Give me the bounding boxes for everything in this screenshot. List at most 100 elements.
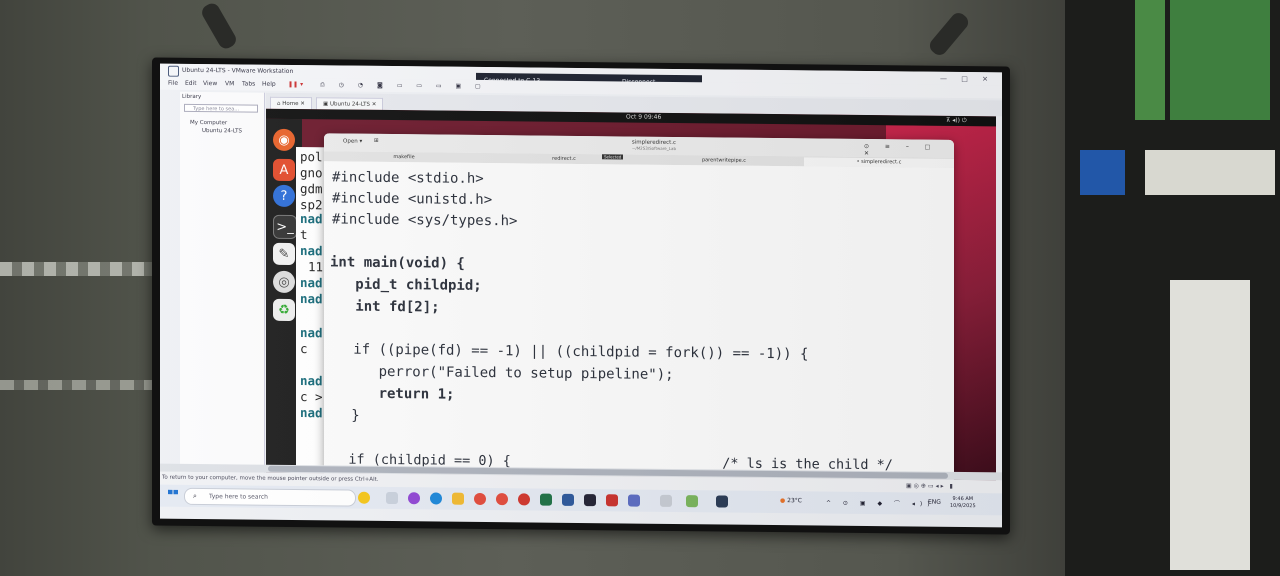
status-message: To return to your computer, move the mou… (162, 474, 379, 483)
remote-desktop-icon[interactable] (716, 495, 728, 508)
terminal-prompt: nad (300, 211, 323, 227)
terminal-line: 11 (308, 259, 324, 275)
code-line: #include <stdio.h> (332, 169, 484, 187)
search-icon: ⌕ (193, 491, 197, 500)
window-glass (1135, 0, 1165, 120)
code-line: if ((pipe(fd) == -1) || ((childpid = for… (328, 341, 809, 363)
screen: Ubuntu 24-LTS - VMware Workstation — □ ✕… (160, 63, 1002, 528)
powerpoint-icon[interactable] (518, 493, 530, 506)
window-controls[interactable]: — □ ✕ (940, 75, 994, 84)
edge-icon[interactable] (430, 492, 442, 505)
word-icon[interactable] (562, 493, 574, 506)
ubuntu-clock[interactable]: Oct 9 09:46 (626, 113, 661, 120)
ubuntu-tray-icons[interactable]: ⊼ ◂)) ⏻ (946, 117, 967, 125)
copilot-icon[interactable] (358, 491, 370, 504)
window-title: Ubuntu 24-LTS - VMware Workstation (182, 66, 294, 75)
code-line: return 1; (328, 385, 455, 403)
terminal-prompt: nad (300, 373, 323, 389)
code-line: } (326, 407, 360, 424)
monitor: Ubuntu 24-LTS - VMware Workstation — □ ✕… (152, 57, 1010, 535)
vmware-taskbar-icon[interactable] (628, 494, 640, 507)
open-label: Open (343, 138, 358, 145)
code-line: int fd[2]; (330, 298, 440, 316)
code-editor[interactable]: #include <stdio.h> #include <unistd.h> #… (324, 161, 954, 481)
windows-start-icon[interactable] (168, 490, 178, 500)
system-tray-icons[interactable]: ^ ⊙ ▣ ◆ ⌒ ◂)) (826, 498, 935, 508)
document-path: ~/M2S3/Software_Lab (632, 145, 676, 151)
device-status-icons[interactable]: ▣◎⊕▭◂▸ ▮ (906, 482, 955, 490)
clock-date: 10/9/2025 (950, 502, 976, 510)
toolbar-icons[interactable]: ⎙ ◷ ◔ ◙ ▭ ▭ ▭ ▣ ▢ (320, 81, 487, 91)
firefox-icon[interactable]: ◉ (273, 128, 295, 152)
app-center-icon[interactable]: A (273, 158, 295, 182)
file-explorer-icon[interactable] (452, 492, 464, 505)
app-icon[interactable] (584, 494, 596, 507)
terminal-line: t (300, 227, 308, 243)
menu-vm[interactable]: VM (225, 80, 234, 87)
app-icon[interactable] (686, 495, 698, 508)
library-panel: Library ⌕ Type here to sea... My Compute… (180, 91, 265, 478)
disc-icon[interactable]: ◎ (273, 270, 295, 294)
help-icon[interactable]: ? (273, 184, 295, 208)
task-view-icon[interactable] (386, 491, 398, 505)
terminal-line: c > (300, 389, 323, 405)
tree-ubuntu-vm[interactable]: Ubuntu 24-LTS (202, 128, 242, 134)
open-button[interactable]: Open ▾ (338, 137, 367, 145)
tree-my-computer[interactable]: My Computer (190, 120, 227, 126)
library-title: Library (182, 93, 202, 101)
acrobat-icon[interactable] (606, 494, 618, 507)
terminal-icon[interactable]: >_ (273, 214, 297, 240)
new-document-icon[interactable]: ⊞ (374, 138, 379, 144)
wall-stripe (0, 380, 170, 390)
code-line: pid_t childpid; (330, 276, 482, 294)
menu-file[interactable]: File (168, 80, 178, 87)
terminal-prompt: nad (300, 325, 323, 341)
text-editor-window: Open ▾ ⊞ simpleredirect.c ~/M2S3/Softwar… (324, 133, 954, 481)
library-search-input[interactable]: Type here to sea... (184, 103, 258, 113)
wall-stripe (0, 262, 170, 276)
language-indicator[interactable]: ENG (928, 499, 941, 506)
tab-label: Home (282, 100, 299, 108)
document-title: simpleredirect.c ~/M2S3/Software_Lab (594, 139, 714, 151)
terminal-prompt: nad (300, 405, 323, 421)
ubuntu-desktop: Oct 9 09:46 ⊼ ◂)) ⏻ ◉ A ? >_ ✎ ◎ ♻ pol g… (266, 108, 996, 481)
chrome-profile-icon[interactable] (496, 493, 508, 506)
terminal-line: pol (300, 149, 323, 165)
app-icon[interactable] (660, 494, 672, 507)
weather-widget[interactable]: ● 23°C (780, 497, 802, 504)
code-line: #include <sys/types.h> (332, 211, 518, 230)
menu-help[interactable]: Help (262, 81, 276, 88)
chrome-icon[interactable] (474, 492, 486, 506)
editor-window-controls[interactable]: ⊙ ≡ – □ ✕ (864, 143, 954, 158)
taskbar-search[interactable]: ⌕ Type here to search (184, 487, 356, 507)
menu-tabs[interactable]: Tabs (242, 80, 255, 87)
taskbar-search-placeholder: Type here to search (209, 493, 268, 501)
tab-label: Ubuntu 24-LTS (329, 101, 370, 108)
vmware-logo-icon (168, 65, 179, 77)
taskbar-clock[interactable]: 9:46 AM 10/9/2025 (950, 496, 976, 510)
code-line: int main(void) { (330, 254, 465, 272)
terminal-prompt: nad (300, 275, 323, 291)
excel-icon[interactable] (540, 493, 552, 506)
code-line: perror("Failed to setup pipeline"); (328, 363, 674, 383)
code-line: #include <unistd.h> (332, 190, 493, 209)
text-editor-icon[interactable]: ✎ (273, 242, 295, 266)
terminal-prompt: nad (300, 243, 323, 259)
tooltip: Selected (602, 154, 624, 160)
terminal-line: gdm (300, 181, 323, 197)
pause-icon[interactable]: ❚❚ ▾ (288, 81, 303, 88)
menu-edit[interactable]: Edit (185, 80, 197, 87)
wall-panel (1170, 280, 1250, 570)
weather-temp: 23°C (787, 497, 802, 505)
window-glass (1170, 0, 1270, 120)
menu-view[interactable]: View (203, 80, 217, 87)
weather-icon: ● (780, 497, 786, 505)
trash-icon[interactable]: ♻ (273, 298, 295, 322)
copilot-app-icon[interactable] (408, 492, 420, 505)
terminal-prompt: nad (300, 291, 323, 307)
wall-panel (1145, 150, 1275, 195)
terminal-line: sp2 (300, 197, 323, 213)
terminal-line: gno (300, 165, 323, 181)
terminal-line: c (300, 341, 308, 357)
wall-panel (1080, 150, 1125, 195)
